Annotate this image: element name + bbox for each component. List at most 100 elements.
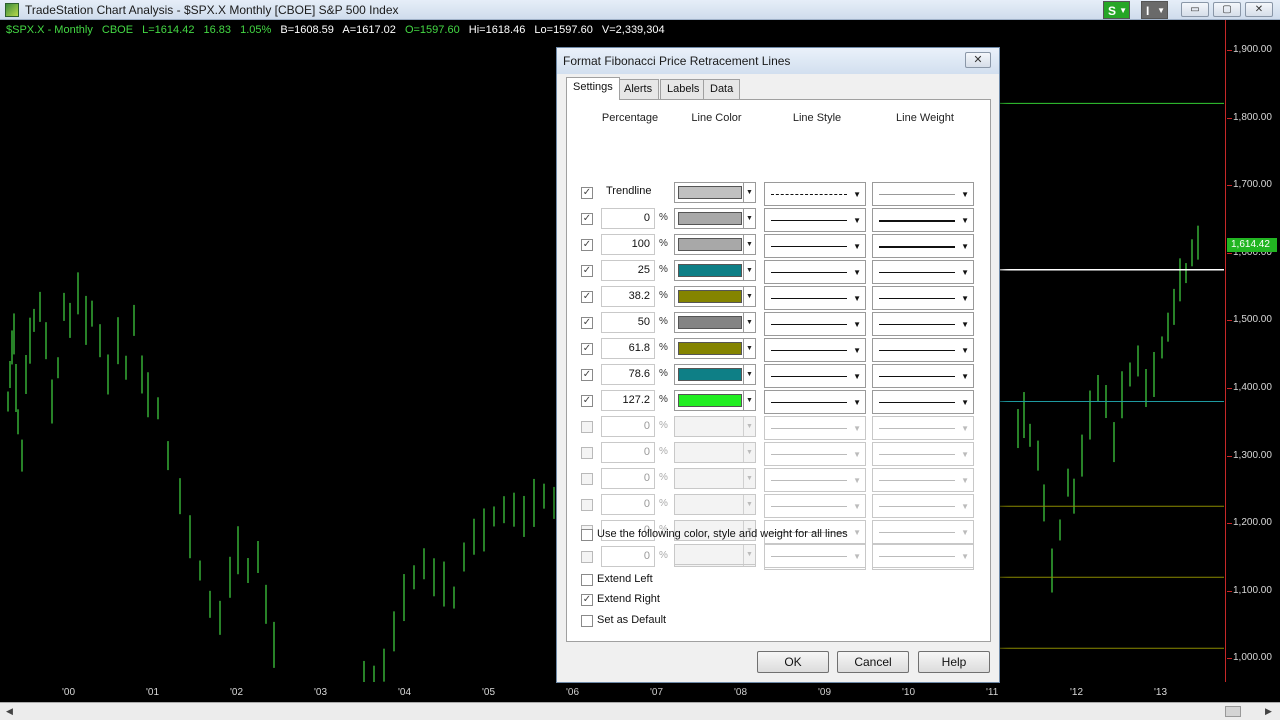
- line-style-select[interactable]: ▼: [764, 234, 866, 258]
- level-enabled-checkbox[interactable]: ✓: [581, 213, 593, 225]
- level-enabled-checkbox[interactable]: ✓: [581, 369, 593, 381]
- line-style-select[interactable]: ▼: [764, 364, 866, 388]
- maximize-button[interactable]: ▢: [1213, 2, 1241, 17]
- level-percentage-input[interactable]: 78.6: [601, 364, 655, 385]
- level-percentage-input[interactable]: 61.8: [601, 338, 655, 359]
- line-color-select[interactable]: ▼: [674, 468, 756, 489]
- level-percentage-input[interactable]: 100: [601, 234, 655, 255]
- line-weight-select[interactable]: ▼: [872, 286, 974, 310]
- scroll-left-icon[interactable]: ◀: [6, 706, 13, 717]
- tab-alerts[interactable]: Alerts: [617, 79, 660, 99]
- level-percentage-input[interactable]: 0: [601, 208, 655, 229]
- line-style-select[interactable]: ▼: [764, 182, 866, 206]
- line-style-select[interactable]: ▼: [764, 390, 866, 414]
- price-axis[interactable]: 1,900.00 1,800.00 1,700.00 1,600.00 1,500.00…: [1227, 20, 1280, 682]
- line-preview: [771, 454, 847, 455]
- level-enabled-checkbox[interactable]: [581, 421, 593, 433]
- line-preview: [771, 246, 847, 247]
- use-all-checkbox[interactable]: [581, 529, 593, 541]
- line-color-select[interactable]: ▼: [674, 234, 756, 255]
- line-color-select[interactable]: ▼: [674, 260, 756, 281]
- line-color-select[interactable]: ▼: [674, 416, 756, 437]
- line-weight-select[interactable]: ▼: [872, 182, 974, 206]
- line-style-select[interactable]: ▼: [764, 286, 866, 310]
- level-percentage-input[interactable]: 0: [601, 442, 655, 463]
- tab-labels[interactable]: Labels: [660, 79, 707, 99]
- status-s-button[interactable]: S ▼: [1103, 1, 1130, 19]
- level-enabled-checkbox[interactable]: ✓: [581, 343, 593, 355]
- extend-right-checkbox[interactable]: ✓: [581, 594, 593, 606]
- tab-settings[interactable]: Settings: [566, 77, 620, 100]
- level-percentage-input[interactable]: 0: [601, 468, 655, 489]
- line-color-select[interactable]: ▼: [674, 182, 756, 203]
- fib-level-row: ✓ 50% ▼ ▼ ▼: [567, 311, 992, 336]
- level-percentage-input[interactable]: 0: [601, 416, 655, 437]
- line-weight-select[interactable]: ▼: [872, 520, 974, 544]
- line-style-select[interactable]: ▼: [764, 494, 866, 518]
- line-color-select[interactable]: ▼: [674, 364, 756, 385]
- line-style-select[interactable]: ▼: [764, 338, 866, 362]
- line-color-select[interactable]: ▼: [674, 208, 756, 229]
- level-enabled-checkbox[interactable]: ✓: [581, 187, 593, 199]
- line-weight-select[interactable]: ▼: [872, 390, 974, 414]
- scroll-right-icon[interactable]: ▶: [1265, 706, 1272, 717]
- line-weight-select[interactable]: ▼: [872, 468, 974, 492]
- line-weight-select[interactable]: ▼: [872, 234, 974, 258]
- level-percentage-input[interactable]: 127.2: [601, 390, 655, 411]
- set-default-checkbox[interactable]: [581, 615, 593, 627]
- line-color-select[interactable]: ▼: [674, 312, 756, 333]
- line-style-select[interactable]: ▼: [764, 416, 866, 440]
- line-style-select[interactable]: ▼: [764, 312, 866, 336]
- level-percentage-input[interactable]: 25: [601, 260, 655, 281]
- percent-sign: %: [659, 394, 668, 405]
- close-window-button[interactable]: ✕: [1245, 2, 1273, 17]
- level-enabled-checkbox[interactable]: [581, 499, 593, 511]
- tradestation-window: TradeStation Chart Analysis - $SPX.X Mon…: [0, 0, 1280, 720]
- line-color-select[interactable]: ▼: [674, 494, 756, 515]
- time-label: '07: [650, 687, 664, 698]
- level-percentage-input[interactable]: 50: [601, 312, 655, 333]
- line-weight-select[interactable]: ▼: [872, 338, 974, 362]
- line-color-select[interactable]: ▼: [674, 286, 756, 307]
- line-weight-select[interactable]: ▼: [872, 208, 974, 232]
- level-enabled-checkbox[interactable]: ✓: [581, 239, 593, 251]
- scroll-thumb[interactable]: [1225, 706, 1241, 717]
- dialog-close-button[interactable]: ✕: [965, 52, 991, 68]
- level-enabled-checkbox[interactable]: ✓: [581, 265, 593, 277]
- line-weight-select[interactable]: ▼: [872, 442, 974, 466]
- minimize-button[interactable]: ▭: [1181, 2, 1209, 17]
- level-enabled-checkbox[interactable]: ✓: [581, 395, 593, 407]
- line-style-select[interactable]: ▼: [764, 208, 866, 232]
- line-style-select[interactable]: ▼: [764, 442, 866, 466]
- chevron-down-icon: ▼: [853, 398, 861, 407]
- line-weight-select[interactable]: ▼: [872, 260, 974, 284]
- line-weight-select[interactable]: ▼: [872, 312, 974, 336]
- tab-data[interactable]: Data: [703, 79, 741, 99]
- line-color-select[interactable]: ▼: [674, 390, 756, 411]
- level-percentage-input[interactable]: 38.2: [601, 286, 655, 307]
- line-style-select[interactable]: ▼: [764, 260, 866, 284]
- line-style-select[interactable]: ▼: [764, 468, 866, 492]
- use-all-color-select[interactable]: ▼: [674, 544, 756, 565]
- line-weight-select[interactable]: ▼: [872, 494, 974, 518]
- level-enabled-checkbox[interactable]: ✓: [581, 317, 593, 329]
- extend-left-checkbox[interactable]: [581, 574, 593, 586]
- level-percentage-input[interactable]: 0: [601, 494, 655, 515]
- line-weight-select[interactable]: ▼: [872, 364, 974, 388]
- level-enabled-checkbox[interactable]: [581, 447, 593, 459]
- horizontal-scrollbar[interactable]: ◀ ▶: [0, 702, 1280, 720]
- fib-level-row: ✓ 127.2% ▼ ▼ ▼: [567, 389, 992, 414]
- use-all-style-select[interactable]: ▼: [764, 544, 866, 568]
- line-color-select[interactable]: ▼: [674, 442, 756, 463]
- level-enabled-checkbox[interactable]: [581, 473, 593, 485]
- level-enabled-checkbox[interactable]: ✓: [581, 291, 593, 303]
- time-axis[interactable]: '00 '01 '02 '03 '04 '05 '06 '07 '08 '09 '10 '11 '12 '…: [6, 682, 1226, 702]
- status-i-button[interactable]: I ▼: [1141, 1, 1168, 19]
- use-all-weight-select[interactable]: ▼: [872, 544, 974, 568]
- percent-sign: %: [659, 238, 668, 249]
- ok-button[interactable]: OK: [757, 651, 829, 673]
- line-color-select[interactable]: ▼: [674, 338, 756, 359]
- cancel-button[interactable]: Cancel: [837, 651, 909, 673]
- help-button[interactable]: Help: [918, 651, 990, 673]
- line-weight-select[interactable]: ▼: [872, 416, 974, 440]
